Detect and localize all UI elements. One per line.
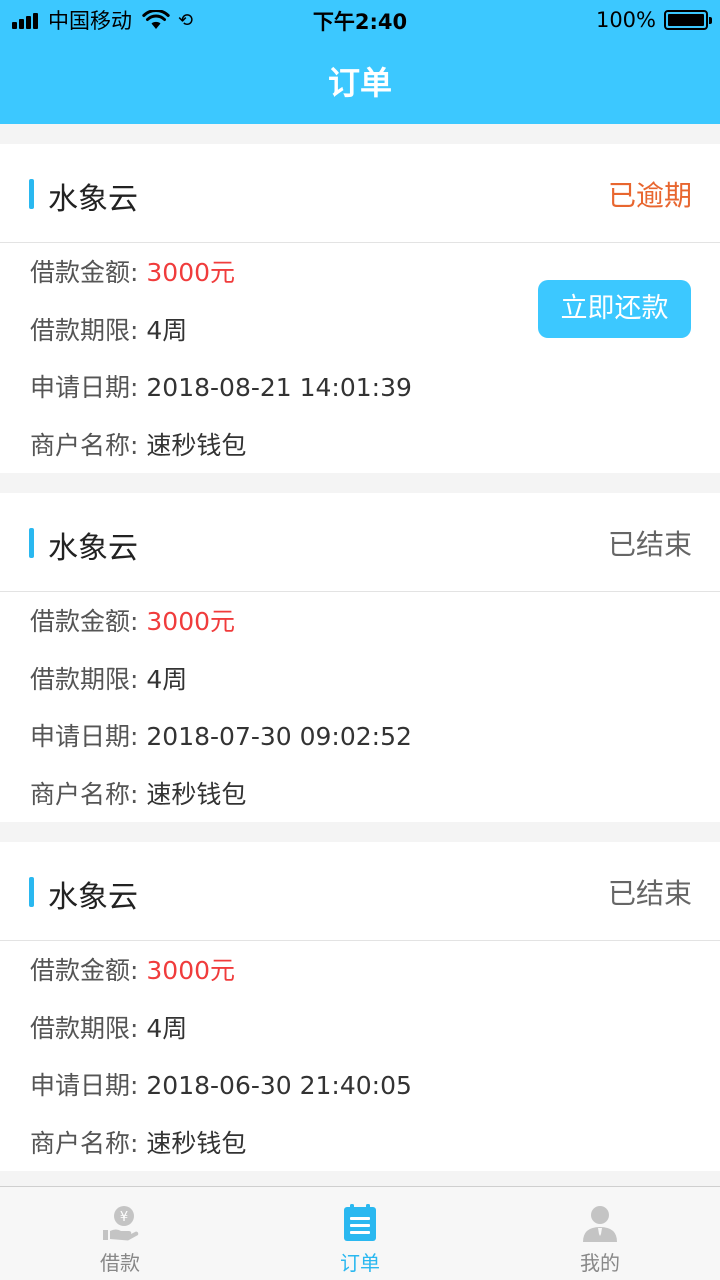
tab-orders[interactable]: 订单 (240, 1187, 480, 1280)
loan-term-label: 借款期限: (30, 315, 139, 345)
order-card-header: 水象云 已结束 (0, 842, 720, 941)
status-right: 100% (595, 6, 712, 34)
apply-date-label: 申请日期: (30, 722, 139, 751)
battery-percentage: 100% (595, 8, 656, 32)
loan-amount-row: 借款金额: 3000元 (30, 955, 720, 1013)
order-status: 已逾期 (607, 179, 692, 212)
orders-screen: 中国移动 ⟲ 下午2:40 100% 订单 水象云 已逾期 借款金额: 3000… (0, 0, 720, 1280)
loan-amount-label: 借款金额: (30, 258, 139, 287)
loan-amount-label: 借款金额: (30, 607, 139, 636)
apply-date-row: 申请日期: 2018-08-21 14:01:39 (30, 372, 720, 430)
order-details: 借款金额: 3000元 借款期限: 4周 申请日期: 2018-07-30 09… (0, 592, 720, 836)
order-details: 借款金额: 3000元 借款期限: 4周 申请日期: 2018-06-30 21… (0, 941, 720, 1185)
loan-icon: ¥ (103, 1206, 139, 1241)
tab-loan[interactable]: ¥ 借款 (0, 1187, 240, 1280)
tab-label: 借款 (100, 1251, 140, 1275)
order-card-header: 水象云 已逾期 (0, 144, 720, 243)
loan-term-value: 4周 (146, 664, 188, 694)
order-icon (344, 1204, 376, 1241)
platform-name: 水象云 (48, 531, 138, 566)
repay-now-button[interactable]: 立即还款 (538, 280, 691, 338)
order-card[interactable]: 水象云 已逾期 借款金额: 3000元 借款期限: 4周 申请日期: 2018-… (0, 144, 720, 473)
status-bar: 中国移动 ⟲ 下午2:40 100% (0, 0, 720, 40)
merchant-value: 速秒钱包 (146, 779, 247, 809)
apply-date-label: 申请日期: (30, 373, 139, 402)
order-status: 已结束 (607, 528, 692, 561)
merchant-label: 商户名称: (30, 430, 139, 460)
merchant-label: 商户名称: (30, 779, 139, 809)
accent-bar (29, 528, 34, 558)
merchant-label: 商户名称: (30, 1128, 139, 1158)
platform-name: 水象云 (48, 182, 138, 217)
header: 中国移动 ⟲ 下午2:40 100% 订单 (0, 0, 720, 124)
loan-term-row: 借款期限: 4周 (30, 664, 720, 722)
loan-term-label: 借款期限: (30, 664, 139, 694)
loan-amount-value: 3000元 (146, 258, 236, 287)
accent-bar (29, 877, 34, 907)
merchant-row: 商户名称: 速秒钱包 (30, 1128, 720, 1186)
accent-bar (29, 179, 34, 209)
merchant-row: 商户名称: 速秒钱包 (30, 430, 720, 488)
battery-fill (668, 14, 704, 26)
loan-amount-value: 3000元 (146, 956, 236, 985)
apply-date-label: 申请日期: (30, 1071, 139, 1100)
battery-icon (664, 10, 712, 30)
merchant-value: 速秒钱包 (146, 1128, 247, 1158)
apply-date-row: 申请日期: 2018-06-30 21:40:05 (30, 1070, 720, 1128)
loan-term-value: 4周 (146, 1013, 188, 1043)
loan-term-label: 借款期限: (30, 1013, 139, 1043)
profile-icon (583, 1206, 617, 1242)
order-status: 已结束 (607, 877, 692, 910)
tab-label: 我的 (580, 1251, 620, 1275)
page-title: 订单 (327, 64, 392, 102)
apply-date-value: 2018-06-30 21:40:05 (146, 1071, 412, 1100)
order-card[interactable]: 水象云 已结束 借款金额: 3000元 借款期限: 4周 申请日期: 2018-… (0, 493, 720, 822)
apply-date-value: 2018-08-21 14:01:39 (146, 373, 412, 402)
svg-text:¥: ¥ (120, 1210, 128, 1225)
order-card-header: 水象云 已结束 (0, 493, 720, 592)
loan-term-value: 4周 (146, 315, 188, 345)
platform-name: 水象云 (48, 880, 138, 915)
loan-amount-row: 借款金额: 3000元 (30, 606, 720, 664)
loan-term-row: 借款期限: 4周 (30, 1013, 720, 1071)
tab-label: 订单 (340, 1251, 380, 1275)
merchant-value: 速秒钱包 (146, 430, 247, 460)
tab-profile[interactable]: 我的 (480, 1187, 720, 1280)
loan-amount-value: 3000元 (146, 607, 236, 636)
order-list: 水象云 已逾期 借款金额: 3000元 借款期限: 4周 申请日期: 2018-… (0, 144, 720, 1191)
order-details: 借款金额: 3000元 借款期限: 4周 申请日期: 2018-08-21 14… (0, 243, 720, 487)
loan-amount-label: 借款金额: (30, 956, 139, 985)
apply-date-row: 申请日期: 2018-07-30 09:02:52 (30, 721, 720, 779)
order-card[interactable]: 水象云 已结束 借款金额: 3000元 借款期限: 4周 申请日期: 2018-… (0, 842, 720, 1171)
battery-cap (709, 17, 712, 24)
tab-bar: ¥ 借款 订单 我的 (0, 1186, 720, 1280)
apply-date-value: 2018-07-30 09:02:52 (146, 722, 412, 751)
merchant-row: 商户名称: 速秒钱包 (30, 779, 720, 837)
